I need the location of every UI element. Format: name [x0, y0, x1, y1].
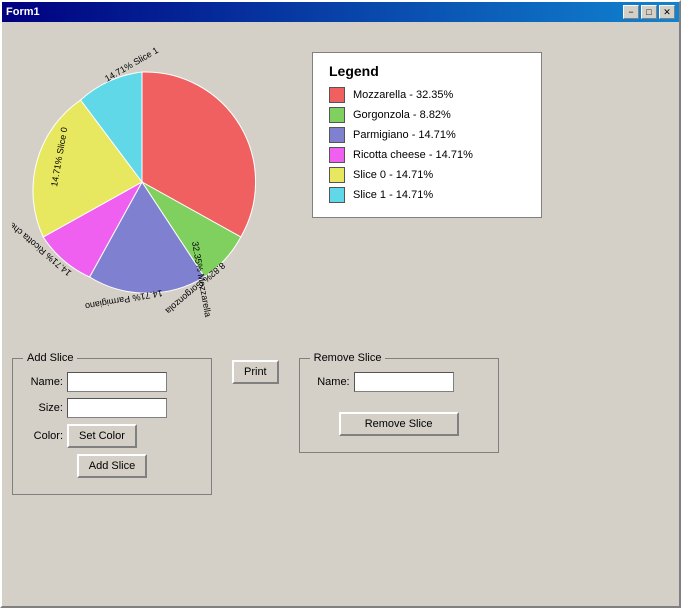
close-button[interactable]: ✕ [659, 5, 675, 19]
name-label: Name: [23, 376, 63, 388]
remove-name-row: Name: [310, 372, 488, 392]
legend-label-5: Slice 1 - 14.71% [353, 189, 433, 201]
maximize-button[interactable]: □ [641, 5, 657, 19]
legend-color-4 [329, 167, 345, 183]
remove-name-input[interactable] [354, 372, 454, 392]
legend-title: Legend [329, 63, 525, 79]
add-slice-button[interactable]: Add Slice [77, 454, 147, 478]
remove-button-row: Remove Slice [310, 412, 488, 436]
remove-slice-legend: Remove Slice [310, 352, 386, 364]
add-slice-legend: Add Slice [23, 352, 77, 364]
legend-item-3: Ricotta cheese - 14.71% [329, 147, 525, 163]
legend-color-1 [329, 107, 345, 123]
remove-slice-button[interactable]: Remove Slice [339, 412, 459, 436]
legend-color-5 [329, 187, 345, 203]
print-area: Print [232, 352, 279, 384]
legend-label-2: Parmigiano - 14.71% [353, 129, 456, 141]
legend-item-5: Slice 1 - 14.71% [329, 187, 525, 203]
legend-label-3: Ricotta cheese - 14.71% [353, 149, 473, 161]
legend-color-3 [329, 147, 345, 163]
color-label: Color: [23, 430, 63, 442]
legend-label-1: Gorgonzola - 8.82% [353, 109, 451, 121]
label-parmigiano: 14.71% Parmigiano [84, 288, 163, 311]
pie-chart-container: 32.35% Mozzarella 8.82% Gorgonzola 14.71… [12, 32, 292, 332]
remove-slice-group: Remove Slice Name: Remove Slice [299, 352, 499, 453]
remove-name-label: Name: [310, 376, 350, 388]
title-bar-controls: − □ ✕ [623, 5, 675, 19]
pie-chart: 32.35% Mozzarella 8.82% Gorgonzola 14.71… [12, 32, 282, 322]
size-label: Size: [23, 402, 63, 414]
chart-area: 32.35% Mozzarella 8.82% Gorgonzola 14.71… [12, 32, 669, 332]
add-slice-group: Add Slice Name: Size: Color: Set Color A… [12, 352, 212, 495]
main-window: Form1 − □ ✕ [0, 0, 681, 608]
legend-item-0: Mozzarella - 32.35% [329, 87, 525, 103]
set-color-button[interactable]: Set Color [67, 424, 137, 448]
size-input[interactable] [67, 398, 167, 418]
name-input[interactable] [67, 372, 167, 392]
minimize-button[interactable]: − [623, 5, 639, 19]
size-row: Size: [23, 398, 201, 418]
legend-color-2 [329, 127, 345, 143]
name-row: Name: [23, 372, 201, 392]
legend-item-4: Slice 0 - 14.71% [329, 167, 525, 183]
add-slice-row: Add Slice [23, 454, 201, 478]
legend-label-4: Slice 0 - 14.71% [353, 169, 433, 181]
legend-item-1: Gorgonzola - 8.82% [329, 107, 525, 123]
bottom-area: Add Slice Name: Size: Color: Set Color A… [12, 352, 669, 495]
legend-label-0: Mozzarella - 32.35% [353, 89, 453, 101]
legend-box: Legend Mozzarella - 32.35% Gorgonzola - … [312, 52, 542, 218]
legend-item-2: Parmigiano - 14.71% [329, 127, 525, 143]
window-title: Form1 [6, 6, 623, 18]
legend-color-0 [329, 87, 345, 103]
color-row: Color: Set Color [23, 424, 201, 448]
title-bar: Form1 − □ ✕ [2, 2, 679, 22]
print-button[interactable]: Print [232, 360, 279, 384]
content-area: 32.35% Mozzarella 8.82% Gorgonzola 14.71… [2, 22, 679, 606]
